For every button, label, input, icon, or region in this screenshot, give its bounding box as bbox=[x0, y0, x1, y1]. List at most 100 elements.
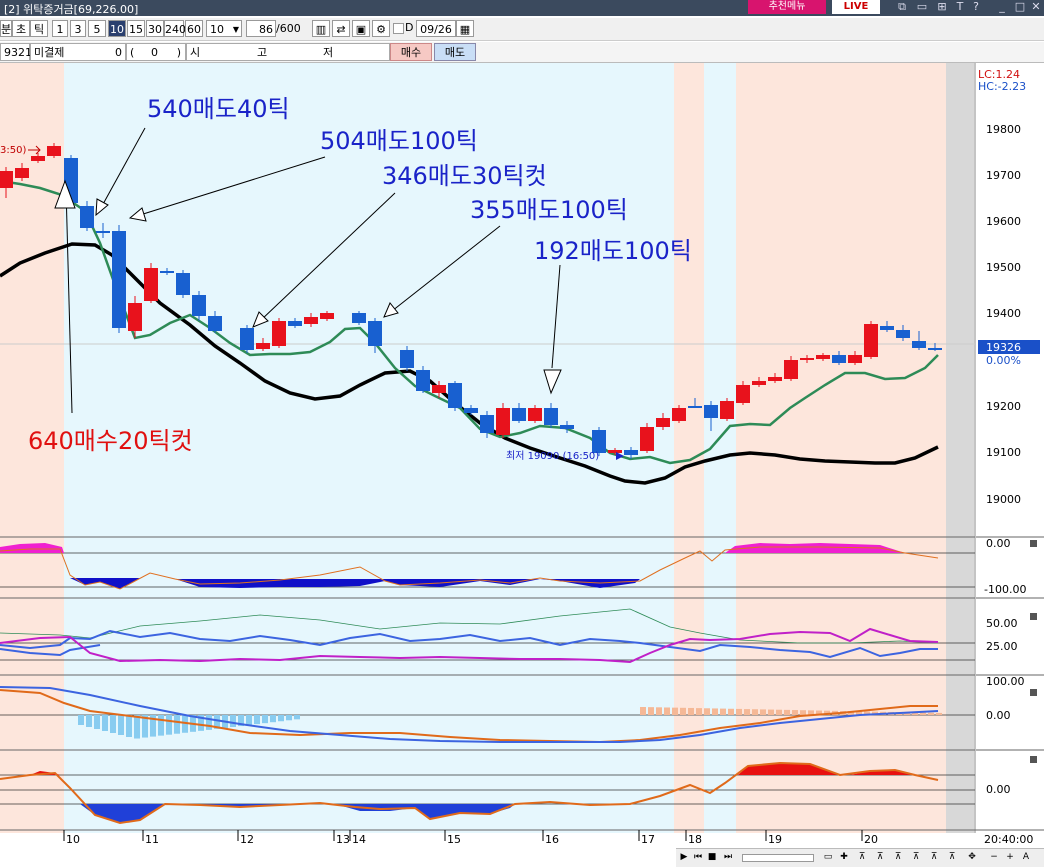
candle bbox=[112, 231, 126, 328]
svg-text:19400: 19400 bbox=[986, 307, 1021, 320]
candle bbox=[784, 360, 798, 379]
svg-text:20: 20 bbox=[864, 833, 878, 846]
candle bbox=[752, 381, 766, 385]
annotation-192: 192매도100틱 bbox=[534, 237, 692, 265]
count-input[interactable]: 86 bbox=[246, 20, 276, 37]
period-3-button[interactable]: 3 bbox=[70, 20, 86, 37]
period-5-button[interactable]: 5 bbox=[88, 20, 106, 37]
candle bbox=[47, 146, 61, 156]
svg-text:16: 16 bbox=[545, 833, 559, 846]
histogram-bar bbox=[752, 709, 758, 715]
period-1-button[interactable]: 1 bbox=[52, 20, 68, 37]
scroll-slider[interactable] bbox=[742, 854, 814, 862]
sell-button[interactable]: 매도 bbox=[434, 43, 476, 61]
restore-icon[interactable]: ⧉ bbox=[894, 0, 910, 14]
period-tick-button[interactable]: 틱 bbox=[30, 20, 48, 37]
period-240-button[interactable]: 240 bbox=[164, 20, 186, 37]
date-input[interactable]: 09/26 bbox=[416, 20, 456, 37]
zoom-out-icon[interactable]: ▭ bbox=[822, 851, 834, 864]
chart-toolbar: 분 초 틱 1 3 5 10 15 30 240 60 10 ▼ 86 /600 … bbox=[0, 18, 1044, 41]
annotation-540: 540매도40틱 bbox=[147, 95, 290, 123]
candle bbox=[304, 317, 318, 324]
tool3-icon[interactable]: ⊼ bbox=[892, 851, 904, 864]
tool2-icon[interactable]: ⊼ bbox=[874, 851, 886, 864]
maximize-icon[interactable]: □ bbox=[1012, 0, 1028, 14]
drag-icon[interactable]: ✥ bbox=[966, 851, 978, 864]
histogram-bar bbox=[270, 715, 276, 723]
candle bbox=[640, 427, 654, 451]
scroll-first-icon[interactable]: ⏮ bbox=[692, 851, 704, 864]
period-min-button[interactable]: 분 bbox=[0, 20, 12, 37]
date-checkbox[interactable] bbox=[393, 23, 404, 34]
compare-icon[interactable]: ⇄ bbox=[332, 20, 350, 37]
font-icon[interactable]: A bbox=[1020, 851, 1032, 864]
period-60-button[interactable]: 60 bbox=[185, 20, 203, 37]
tool5-icon[interactable]: ⊼ bbox=[928, 851, 940, 864]
tool4-icon[interactable]: ⊼ bbox=[910, 851, 922, 864]
minus-icon[interactable]: − bbox=[988, 851, 1000, 864]
period-10-button[interactable]: 10 bbox=[108, 20, 126, 37]
candle bbox=[256, 343, 270, 349]
buy-button[interactable]: 매수 bbox=[390, 43, 432, 61]
svg-text:100.00: 100.00 bbox=[986, 675, 1025, 688]
symbol-code[interactable]: 9321 bbox=[0, 43, 32, 61]
hc-label: HC:-2.23 bbox=[978, 80, 1026, 93]
tool-icon[interactable]: ⊼ bbox=[856, 851, 868, 864]
candle bbox=[160, 271, 174, 273]
period-15-button[interactable]: 15 bbox=[127, 20, 145, 37]
stop-icon[interactable]: ■ bbox=[706, 851, 718, 864]
histogram-bar bbox=[94, 715, 100, 729]
link-icon[interactable]: ⊞ bbox=[934, 0, 950, 14]
histogram-bar bbox=[736, 708, 742, 715]
cross-icon[interactable]: ✚ bbox=[838, 851, 850, 864]
svg-text:14: 14 bbox=[352, 833, 366, 846]
histogram-bar bbox=[928, 712, 934, 715]
annotation-640: 640매수20틱컷 bbox=[28, 427, 193, 455]
period-select[interactable]: 10 ▼ bbox=[206, 20, 242, 37]
help-icon[interactable]: ? bbox=[968, 0, 984, 14]
candle bbox=[560, 425, 574, 429]
scroll-last-icon[interactable]: ⏭ bbox=[722, 851, 734, 864]
current-price-label: 19326 bbox=[986, 341, 1021, 354]
histogram-bar bbox=[246, 715, 252, 726]
svg-text:50.00: 50.00 bbox=[986, 617, 1018, 630]
candle bbox=[816, 355, 830, 359]
histogram-bar bbox=[784, 709, 790, 715]
recommend-menu-button[interactable]: 추천메뉴 bbox=[748, 0, 826, 14]
live-button[interactable]: LIVE bbox=[832, 0, 880, 14]
histogram-bar bbox=[134, 715, 140, 739]
histogram-bar bbox=[206, 715, 212, 730]
scroll-prev-icon[interactable]: ▶ bbox=[678, 851, 690, 864]
price-chart[interactable]: 540매도40틱 504매도100틱 346매도30틱컷 355매도100틱 1… bbox=[0, 63, 1044, 848]
close-icon[interactable]: ✕ bbox=[1028, 0, 1044, 14]
day-low-label: 최저 19090 (16:50) bbox=[506, 450, 599, 462]
candle bbox=[720, 401, 734, 419]
plus-icon[interactable]: + bbox=[1004, 851, 1016, 864]
dock-icon[interactable]: ▭ bbox=[914, 0, 930, 14]
chart-type-icon[interactable]: ▥ bbox=[312, 20, 330, 37]
unsettled-change: ( 0 ) bbox=[126, 43, 186, 61]
svg-text:19700: 19700 bbox=[986, 169, 1021, 182]
save-icon[interactable]: ▣ bbox=[352, 20, 370, 37]
histogram-bar bbox=[760, 709, 766, 715]
histogram-bar bbox=[688, 707, 694, 715]
tools-icon[interactable]: T bbox=[952, 0, 968, 14]
candle bbox=[688, 406, 702, 408]
candle bbox=[736, 385, 750, 403]
calendar-icon[interactable]: ▦ bbox=[456, 20, 474, 37]
histogram-bar bbox=[126, 715, 132, 737]
candle bbox=[704, 405, 718, 418]
candle bbox=[464, 408, 478, 413]
candle bbox=[208, 316, 222, 331]
svg-text:0.00: 0.00 bbox=[986, 709, 1011, 722]
svg-text:-100.00: -100.00 bbox=[984, 583, 1026, 596]
tool6-icon[interactable]: ⊼ bbox=[946, 851, 958, 864]
settings-icon[interactable]: ⚙ bbox=[372, 20, 390, 37]
price-axis: 19800 19700 19600 19500 19400 19300 1920… bbox=[986, 123, 1021, 506]
period-30-button[interactable]: 30 bbox=[146, 20, 164, 37]
period-sec-button[interactable]: 초 bbox=[12, 20, 30, 37]
minimize-icon[interactable]: _ bbox=[994, 0, 1010, 14]
histogram-bar bbox=[262, 715, 268, 724]
chart-scroll-bar: ▶ ⏮ ■ ⏭ ▭ ✚ ⊼ ⊼ ⊼ ⊼ ⊼ ⊼ ✥ − + A bbox=[676, 848, 1044, 867]
candle bbox=[400, 350, 414, 368]
